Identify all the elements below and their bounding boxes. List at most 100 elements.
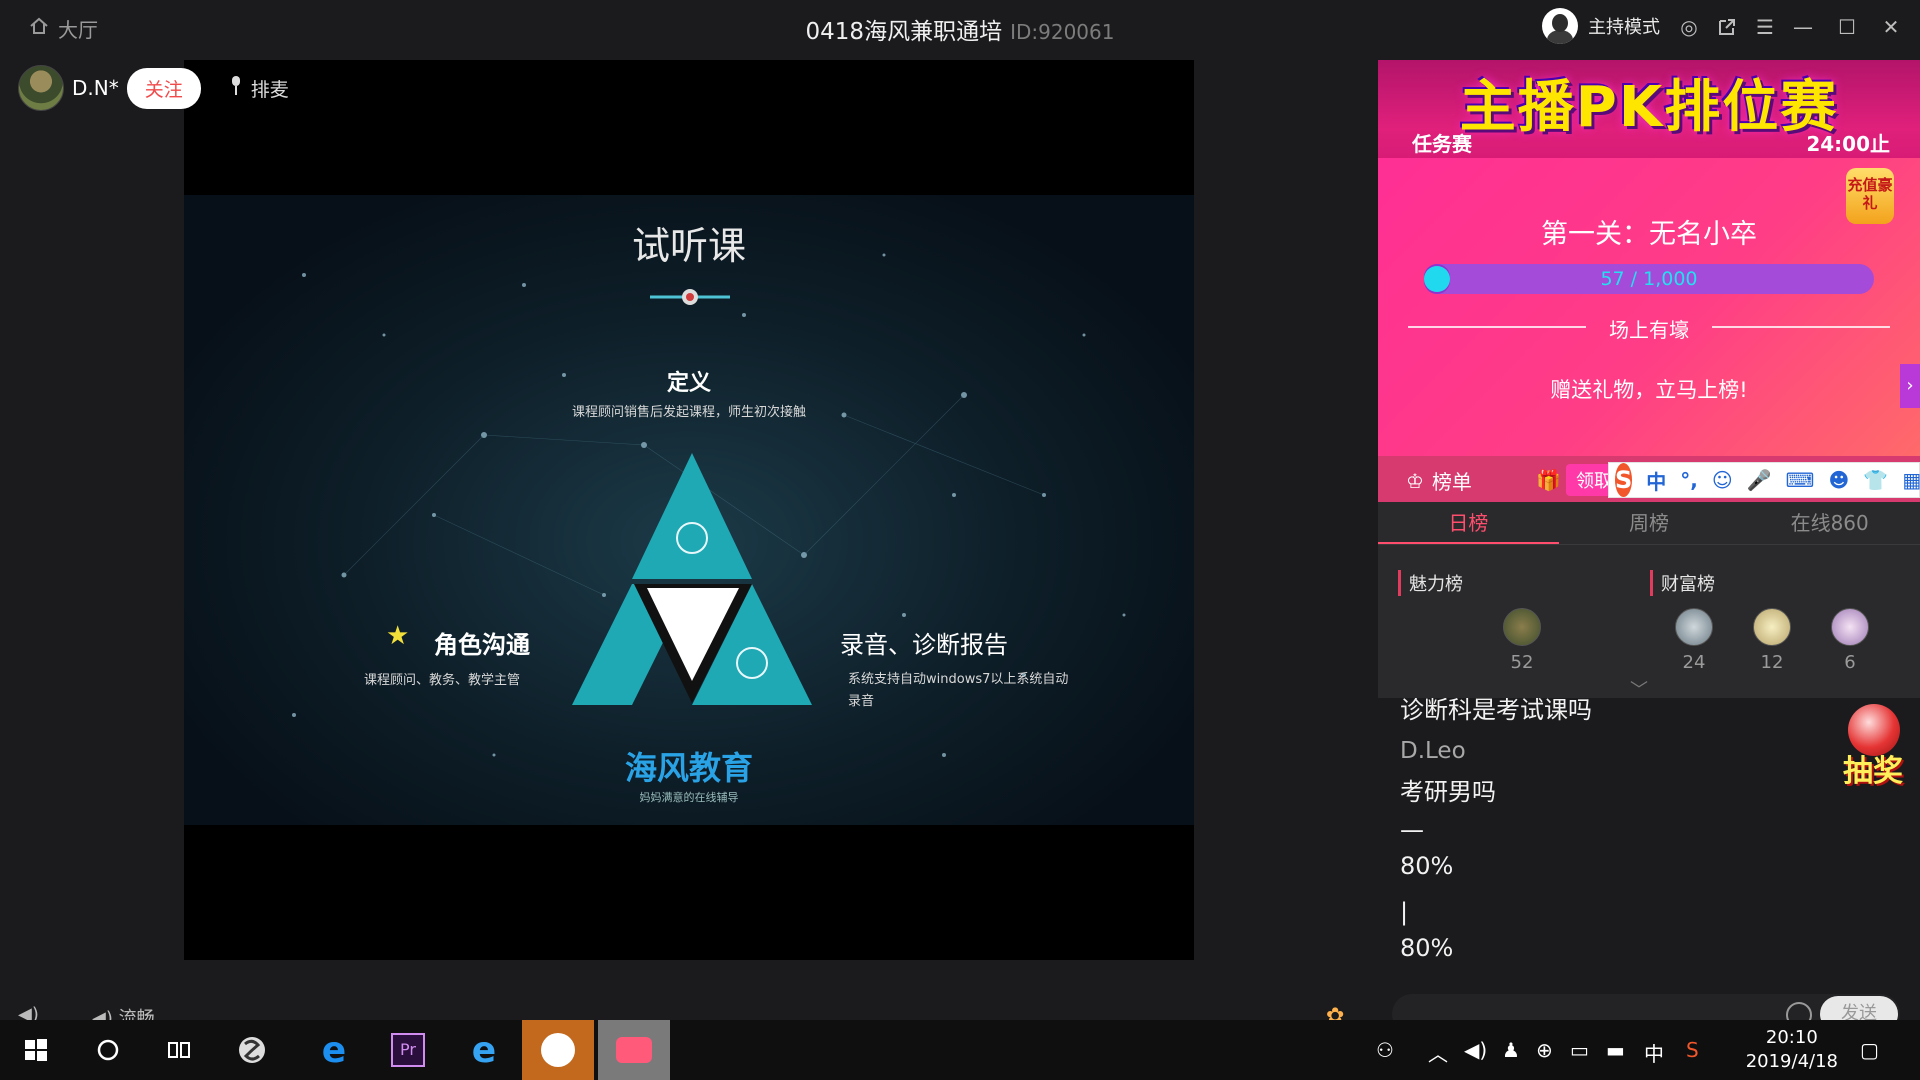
pk-deadline: 24:00止 <box>1806 132 1890 156</box>
follow-button[interactable]: 关注 <box>126 67 201 109</box>
recording-report-desc: 系统支持自动windows7以上系统自动录音 <box>848 672 1069 709</box>
clock-date: 2019/4/18 <box>1745 1051 1838 1072</box>
pk-progress-text: 57 / 1,000 <box>1600 268 1698 290</box>
leaderboard-label: 榜单 <box>1431 470 1472 494</box>
premiere-icon[interactable]: Pr <box>372 1020 444 1080</box>
chat-message: 考研男吗 <box>1400 778 1496 806</box>
settings-icon[interactable]: ◎ <box>1676 14 1702 40</box>
charm-rank-user[interactable]: 52 <box>1492 608 1552 673</box>
tab-online[interactable]: 在线860 <box>1739 502 1920 544</box>
ime-mode[interactable]: 中 <box>1646 466 1666 495</box>
pk-banner[interactable]: 主播PK排位赛 任务赛 24:00止 <box>1378 60 1920 158</box>
chat-message: 80% <box>1400 852 1454 880</box>
task-view-icon[interactable] <box>144 1020 216 1080</box>
gift-box-icon[interactable]: 🎁 <box>1536 468 1561 492</box>
pk-mode-label: 任务赛 <box>1412 132 1472 156</box>
haifeng-logo: 海风教育 <box>624 749 753 787</box>
windows-start-icon[interactable] <box>0 1020 72 1080</box>
user-app-icon[interactable] <box>522 1020 594 1080</box>
wealth-rank-user[interactable]: 6 <box>1820 608 1880 673</box>
plus-icon[interactable]: ⊕ <box>1536 1038 1553 1062</box>
haifeng-slogan: 妈妈满意的在线辅导 <box>639 791 739 804</box>
sogou-tray-icon[interactable]: S <box>1686 1038 1699 1062</box>
presentation-slide: 试听课 定义 课程顾问销售后发起课程，师生初次接触 ★ 角色沟通 课程顾问、教务… <box>184 195 1194 825</box>
chevron-right-icon[interactable]: › <box>1900 364 1920 408</box>
notification-icon[interactable]: ▢ <box>1860 1038 1879 1062</box>
speaker-icon[interactable]: ◀) <box>1464 1038 1487 1062</box>
battery-icon[interactable]: ▬ <box>1606 1038 1625 1062</box>
hero-label: 场上有壕 <box>1609 318 1689 342</box>
sogou-logo[interactable]: S <box>1615 463 1633 497</box>
minimize-icon[interactable]: — <box>1790 14 1816 40</box>
pk-progress-bar: 57 / 1,000 <box>1424 264 1874 294</box>
network-icon[interactable]: ▭ <box>1570 1038 1589 1062</box>
app-icon[interactable] <box>216 1020 288 1080</box>
tab-daily[interactable]: 日榜 <box>1378 502 1559 544</box>
star-icon: ★ <box>386 621 410 651</box>
host-area[interactable]: 主持模式 <box>1542 8 1660 44</box>
keyboard-icon[interactable]: ⌨ <box>1786 468 1815 492</box>
ime-tray[interactable]: 中 <box>1644 1038 1664 1067</box>
internet-explorer-icon[interactable]: e <box>448 1020 520 1080</box>
charm-value: 52 <box>1510 652 1534 673</box>
user-icon[interactable]: ☻ <box>1829 468 1850 492</box>
role-communication-label: 角色沟通 <box>434 631 530 659</box>
leaderboard-button[interactable]: ♔ 榜单 <box>1406 466 1472 495</box>
menu-icon[interactable]: ☰ <box>1752 14 1778 40</box>
close-icon[interactable]: ✕ <box>1878 14 1904 40</box>
chat-message: 诊断科是考试课吗 <box>1400 698 1592 724</box>
avatar <box>1753 608 1791 646</box>
gift-message: 赠送礼物，立马上榜! <box>1550 378 1748 402</box>
starfield-background <box>292 253 1126 777</box>
charm-ranking-label: 魅力榜 <box>1398 570 1463 596</box>
people-icon[interactable]: ⚇ <box>1376 1038 1394 1062</box>
mic-queue-button[interactable]: 排麦 <box>229 75 289 102</box>
wealth-rank-user[interactable]: 24 <box>1664 608 1724 673</box>
microphone-icon[interactable]: 🎤 <box>1747 468 1772 492</box>
avatar <box>1675 608 1713 646</box>
room-id: ID:920061 <box>1010 20 1115 44</box>
pk-stage-title: 第一关：无名小卒 <box>1541 219 1757 250</box>
streamer-avatar[interactable] <box>18 65 64 111</box>
room-name: 0418海风兼职通培 <box>805 19 1003 45</box>
mic-queue-label: 排麦 <box>250 78 289 101</box>
pk-panel: 充值豪礼 第一关：无名小卒 57 / 1,000 场上有壕 赠送礼物，立马上榜!… <box>1378 158 1920 456</box>
definition-title: 定义 <box>666 371 711 396</box>
maximize-icon[interactable]: ☐ <box>1834 14 1860 40</box>
clock[interactable]: 20:10 2019/4/18 <box>1746 1026 1838 1074</box>
slide-title: 试听课 <box>631 224 746 268</box>
ime-punctuation[interactable]: °, <box>1680 468 1698 492</box>
live-app-icon[interactable] <box>598 1020 670 1080</box>
lottery-button[interactable]: 抽奖 <box>1838 704 1908 789</box>
wealth-value: 6 <box>1844 652 1856 673</box>
avatar <box>1831 608 1869 646</box>
chat-username[interactable]: D.Leo <box>1400 738 1466 764</box>
popout-icon[interactable] <box>1714 14 1740 40</box>
chat-message: 80% <box>1400 934 1454 962</box>
divider <box>1712 326 1890 328</box>
chevron-up-icon[interactable]: ︿ <box>1428 1038 1448 1067</box>
wealth-rank-user[interactable]: 12 <box>1742 608 1802 673</box>
microphone-icon <box>229 75 243 102</box>
grid-icon[interactable]: ▦ <box>1902 468 1920 492</box>
streamer-name: D.N* <box>72 76 119 100</box>
edge-icon[interactable]: e <box>298 1020 370 1080</box>
ime-toolbar[interactable]: S 中 °, ☺ 🎤 ⌨ ☻ 👕 ▦ <box>1608 462 1920 498</box>
skin-icon[interactable]: 👕 <box>1863 468 1888 492</box>
tab-weekly[interactable]: 周榜 <box>1559 502 1740 544</box>
wealth-value: 24 <box>1682 652 1706 673</box>
recording-report-label: 录音、诊断报告 <box>840 631 1008 659</box>
tray-app-icon[interactable]: ♟ <box>1502 1038 1520 1062</box>
crown-icon: ♔ <box>1406 468 1424 493</box>
search-icon[interactable] <box>72 1020 144 1080</box>
emoji-icon[interactable]: ☺ <box>1712 468 1733 492</box>
host-mode-label[interactable]: 主持模式 <box>1588 13 1660 39</box>
definition-desc: 课程顾问销售后发起课程，师生初次接触 <box>571 405 806 420</box>
host-avatar[interactable] <box>1542 8 1578 44</box>
clock-time: 20:10 <box>1765 1027 1818 1048</box>
wealth-ranking-label: 财富榜 <box>1650 570 1715 596</box>
windows-taskbar: e Pr e ⚇ ︿ ◀) ♟ ⊕ ▭ ▬ 中 S 20:10 2019/4/1… <box>0 1020 1920 1080</box>
avatar <box>1503 608 1541 646</box>
chat-message: | <box>1400 898 1409 926</box>
streamer-bar: D.N* 关注 排麦 <box>18 65 289 111</box>
